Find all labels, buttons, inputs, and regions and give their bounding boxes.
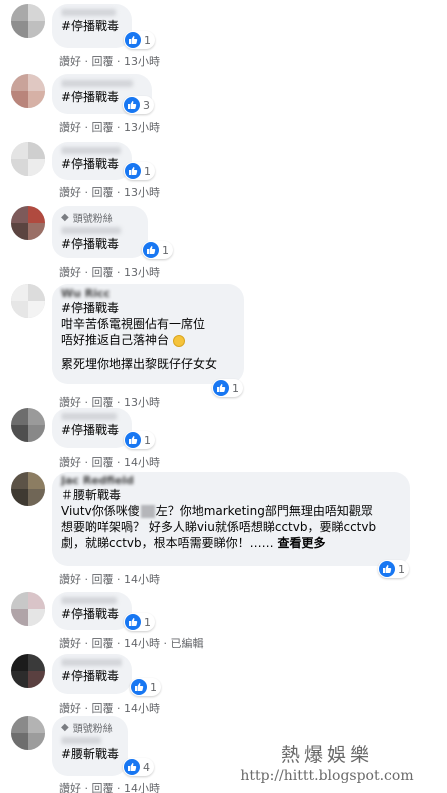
comment-actions[interactable]: 讚好 · 回覆 · 14小時 — [59, 780, 160, 793]
comment-text: #停播戰毒 — [61, 157, 120, 171]
reaction-count[interactable]: 1 — [130, 678, 161, 696]
avatar[interactable] — [11, 142, 45, 176]
commenter-name[interactable]: Jac Redfield — [61, 475, 400, 487]
comment-bubble: #停播戰毒 — [52, 654, 132, 694]
comment-actions[interactable]: 讚好 · 回覆 · 13小時 — [59, 184, 160, 200]
comment-bubble: #停播戰毒 — [52, 408, 132, 448]
reaction-count[interactable]: 1 — [124, 431, 155, 449]
comment-text: #停播戰毒 — [61, 423, 120, 437]
avatar[interactable] — [11, 284, 45, 318]
commenter-name[interactable] — [61, 656, 122, 668]
thumbs-up-icon — [125, 32, 141, 48]
watermark-url: http://hittt.blogspot.com — [240, 768, 414, 784]
comment-bubble: #停播戰毒 — [52, 592, 132, 630]
avatar[interactable] — [11, 408, 45, 442]
comment-actions[interactable]: 讚好 · 回覆 · 13小時 — [59, 264, 160, 280]
thumbs-up-icon — [131, 679, 147, 695]
avatar[interactable] — [11, 206, 45, 240]
reaction-count[interactable]: 3 — [123, 96, 154, 114]
thumbs-up-icon — [143, 242, 159, 258]
comment-bubble: #停播戰毒 — [52, 142, 132, 180]
comment-text: #停播戰毒 — [61, 237, 120, 251]
comment-text: #停播戰毒 — [61, 19, 120, 33]
comment-bubble: ◆ 頭號粉絲 #停播戰毒 — [52, 206, 148, 258]
comment-text: ＃腰斬戰毒 Viutv你係咪傻 左？你地marketing部門無理由唔知觀眾 想要… — [61, 488, 377, 550]
comment-actions[interactable]: 讚好 · 回覆 · 14小時 — [59, 700, 160, 716]
avatar[interactable] — [11, 472, 45, 506]
diamond-icon: ◆ — [61, 211, 69, 223]
reaction-count[interactable]: 4 — [123, 758, 154, 776]
like-count: 1 — [144, 433, 151, 447]
comment-actions[interactable]: 讚好 · 回覆 · 14小時 — [59, 454, 160, 470]
comment-actions[interactable]: 讚好 · 回覆 · 13小時 — [59, 53, 160, 69]
comment-actions[interactable]: 讚好 · 回覆 · 14小時 — [59, 571, 160, 587]
like-count: 4 — [143, 760, 150, 774]
avatar[interactable] — [11, 654, 45, 688]
comment-bubble: Wu Ricc #停播戰毒 咁辛苦係電視圈佔有一席位 唔好推返自己落神台 累死埋… — [52, 284, 244, 384]
commenter-name[interactable] — [61, 77, 142, 89]
top-fan-badge: ◆ 頭號粉絲 — [61, 211, 113, 225]
like-count: 1 — [144, 33, 151, 47]
thumbs-up-icon — [125, 432, 141, 448]
like-count: 1 — [144, 615, 151, 629]
commenter-name[interactable] — [61, 144, 122, 156]
avatar[interactable] — [11, 74, 45, 108]
commenter-name[interactable]: Wu Ricc — [61, 288, 234, 300]
reaction-count[interactable]: 1 — [378, 560, 409, 578]
reaction-count[interactable]: 1 — [124, 162, 155, 180]
watermark-title: 熱爆娛樂 — [280, 744, 373, 766]
reaction-count[interactable]: 1 — [124, 613, 155, 631]
thumbs-up-icon — [125, 614, 141, 630]
commenter-name[interactable] — [61, 594, 122, 606]
diamond-icon: ◆ — [61, 721, 69, 733]
like-count: 1 — [150, 680, 157, 694]
like-count: 1 — [398, 562, 405, 576]
thumbs-up-icon — [379, 561, 395, 577]
commenter-name[interactable] — [61, 6, 122, 18]
comment-bubble: ◆ 頭號粉絲 #腰斬戰毒 — [52, 716, 128, 776]
comment-text: #停播戰毒 — [61, 607, 120, 621]
commenter-name[interactable] — [61, 224, 138, 236]
commenter-name[interactable] — [61, 734, 118, 746]
comment-actions[interactable]: 讚好 · 回覆 · 13小時 — [59, 119, 160, 135]
comment-text: #腰斬戰毒 — [61, 747, 120, 761]
see-more-link[interactable]: 查看更多 — [277, 536, 325, 550]
comment-text: #停播戰毒 咁辛苦係電視圈佔有一席位 唔好推返自己落神台 累死埋你地擇出黎既仔仔… — [61, 301, 218, 371]
reaction-count[interactable]: 1 — [124, 31, 155, 49]
reaction-count[interactable]: 1 — [142, 241, 173, 259]
thumbs-up-icon — [213, 380, 229, 396]
comment-bubble: Jac Redfield ＃腰斬戰毒 Viutv你係咪傻 左？你地marketin… — [52, 472, 410, 566]
avatar[interactable] — [11, 716, 45, 750]
like-count: 1 — [144, 164, 151, 178]
comment-actions[interactable]: 讚好 · 回覆 · 14小時 · 已編輯 — [59, 635, 203, 651]
thumbs-up-icon — [124, 759, 140, 775]
comment-text: #停播戰毒 — [61, 669, 120, 683]
like-count: 1 — [162, 243, 169, 257]
top-fan-badge: ◆ 頭號粉絲 — [61, 721, 113, 735]
like-count: 3 — [143, 98, 150, 112]
clock-emoji-icon — [172, 334, 185, 347]
avatar[interactable] — [11, 592, 45, 626]
blog-watermark: 熱爆娛樂 http://hittt.blogspot.com — [212, 743, 442, 785]
commenter-name[interactable] — [61, 410, 122, 422]
thumbs-up-icon — [124, 97, 140, 113]
reaction-count[interactable]: 1 — [212, 379, 243, 397]
censored-text — [140, 505, 155, 518]
comment-bubble: #停播戰毒 — [52, 4, 132, 48]
avatar[interactable] — [11, 4, 45, 38]
thumbs-up-icon — [125, 163, 141, 179]
like-count: 1 — [232, 381, 239, 395]
